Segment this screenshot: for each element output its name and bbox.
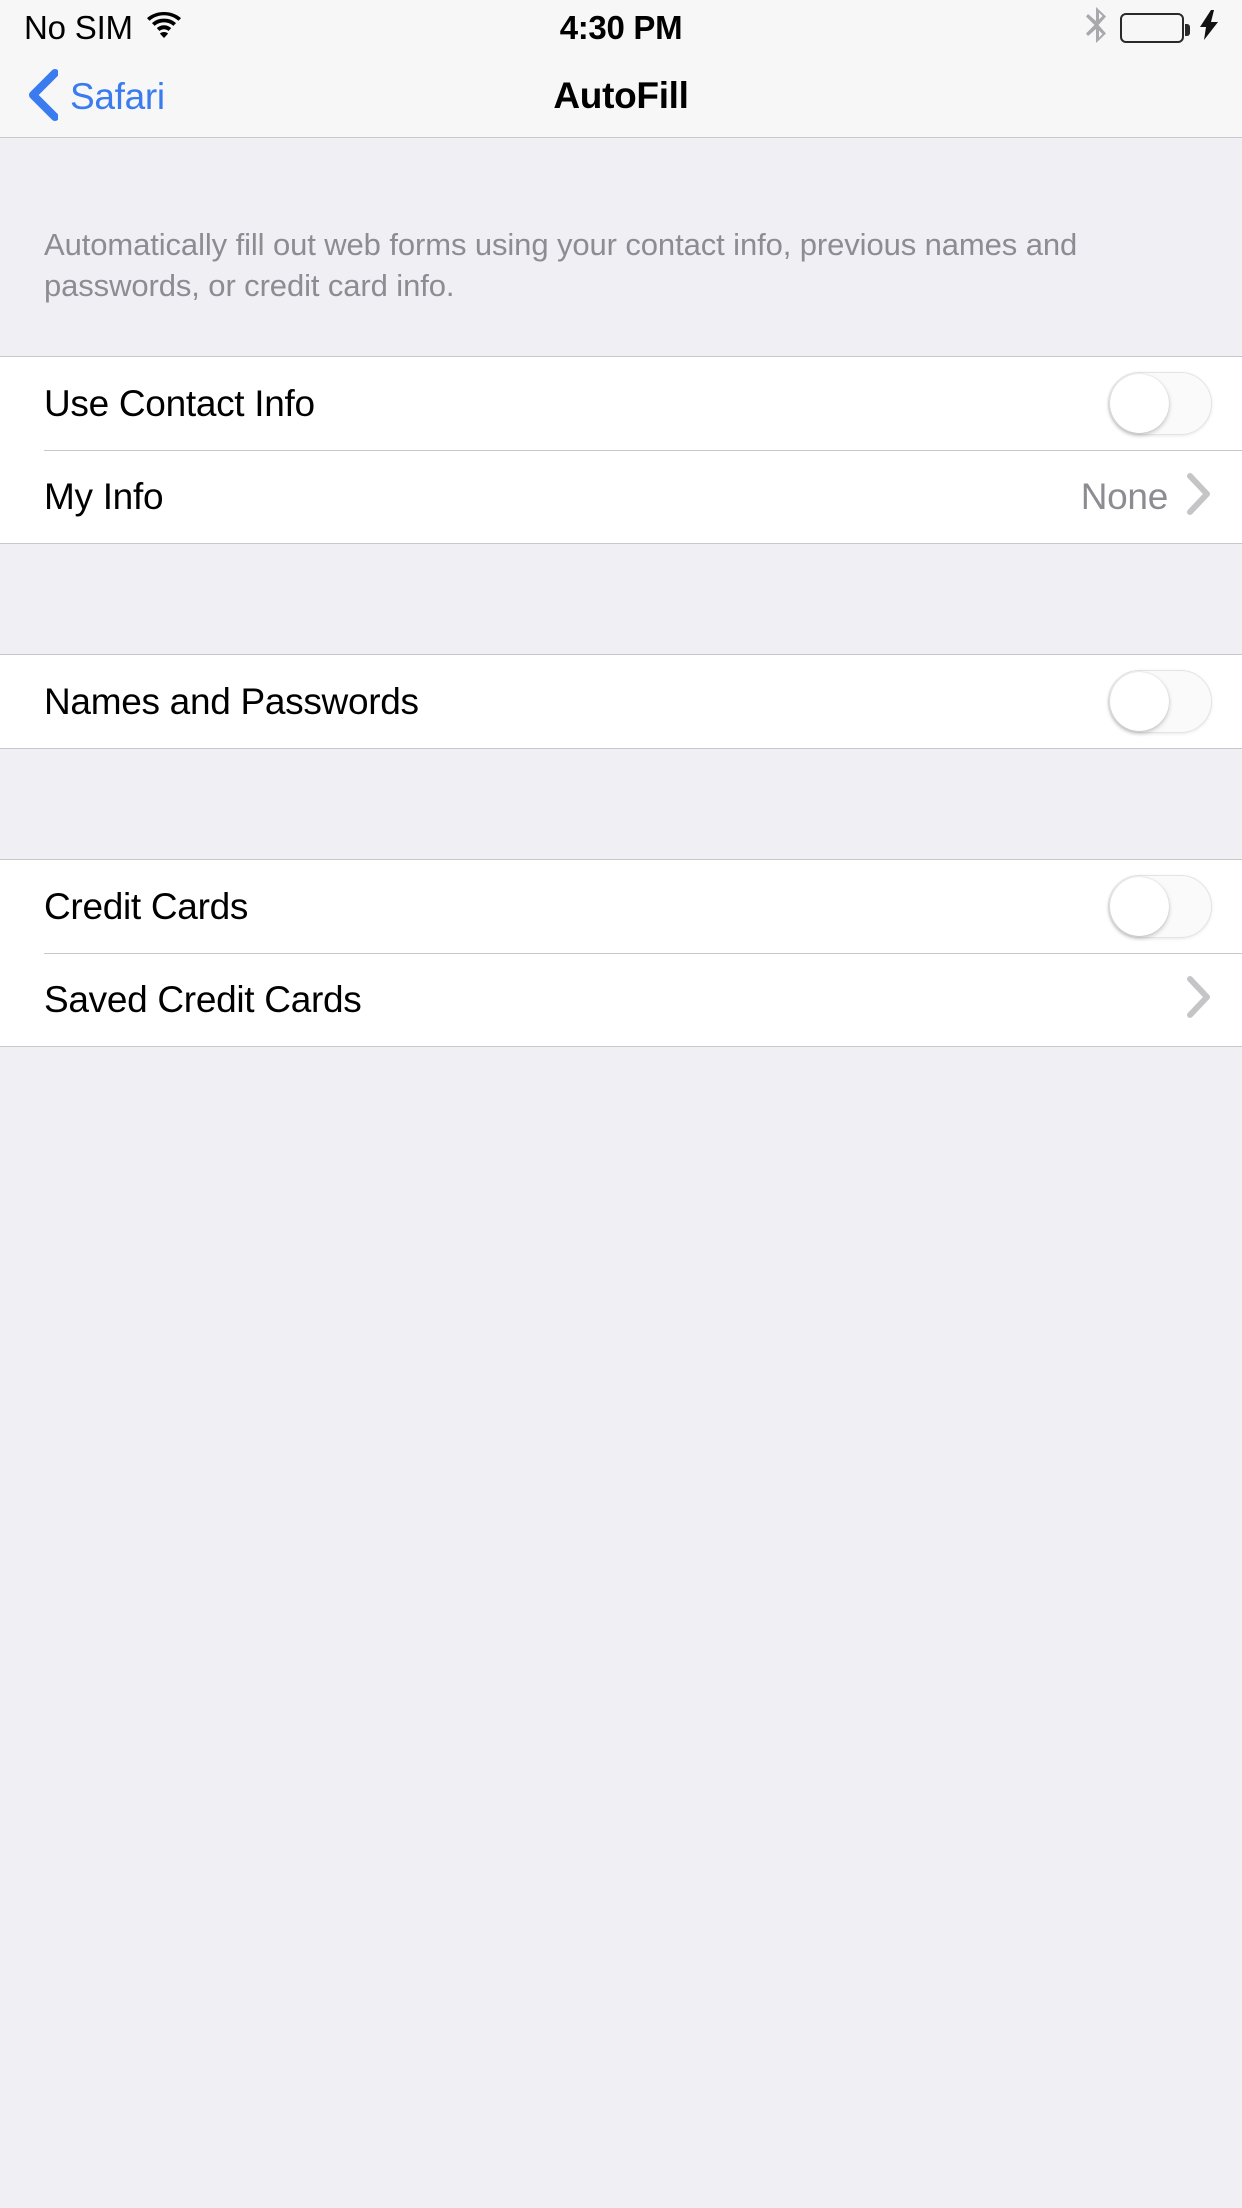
row-value-my-info: None bbox=[1080, 476, 1169, 517]
bluetooth-icon bbox=[1086, 7, 1108, 48]
row-accessory bbox=[1186, 975, 1212, 1024]
row-label-my-info: My Info bbox=[44, 476, 164, 517]
back-button-label: Safari bbox=[70, 75, 165, 117]
row-saved-credit-cards[interactable]: Saved Credit Cards bbox=[0, 953, 1242, 1046]
row-label-use-contact-info: Use Contact Info bbox=[44, 383, 315, 424]
group-gap-2 bbox=[0, 749, 1242, 859]
toggle-knob bbox=[1110, 374, 1169, 433]
row-label-credit-cards: Credit Cards bbox=[44, 886, 249, 927]
wifi-icon bbox=[146, 12, 181, 43]
row-my-info[interactable]: My Info None bbox=[0, 450, 1242, 543]
settings-group-names-passwords: Names and Passwords bbox=[0, 654, 1242, 749]
chevron-right-icon bbox=[1186, 472, 1212, 521]
row-accessory bbox=[1108, 670, 1212, 733]
row-accessory bbox=[1108, 372, 1212, 435]
chevron-right-icon bbox=[1186, 975, 1212, 1024]
top-spacer bbox=[0, 138, 1242, 224]
row-label-saved-credit-cards: Saved Credit Cards bbox=[44, 979, 362, 1020]
battery-icon bbox=[1120, 12, 1190, 43]
status-bar-time: 4:30 PM bbox=[559, 8, 683, 46]
status-bar-left: No SIM bbox=[24, 11, 181, 44]
note-spacer bbox=[0, 306, 1242, 356]
back-button-safari[interactable]: Safari bbox=[0, 68, 165, 124]
toggle-names-and-passwords[interactable] bbox=[1108, 670, 1212, 733]
row-names-and-passwords[interactable]: Names and Passwords bbox=[0, 655, 1242, 748]
group-gap-1 bbox=[0, 544, 1242, 654]
lightning-bolt-icon bbox=[1200, 10, 1218, 45]
autofill-description: Automatically fill out web forms using y… bbox=[44, 227, 1078, 303]
toggle-knob bbox=[1110, 672, 1169, 731]
row-use-contact-info[interactable]: Use Contact Info bbox=[0, 357, 1242, 450]
row-accessory bbox=[1108, 875, 1212, 938]
row-label-names-and-passwords: Names and Passwords bbox=[44, 681, 419, 722]
settings-group-contact-info: Use Contact Info My Info None bbox=[0, 356, 1242, 544]
autofill-settings-screen: No SIM 4:30 PM Safari AutoFill Automatic… bbox=[0, 0, 1242, 2208]
row-accessory: None bbox=[1081, 472, 1212, 521]
empty-area bbox=[0, 1047, 1242, 1907]
status-bar: No SIM 4:30 PM bbox=[0, 0, 1242, 55]
toggle-use-contact-info[interactable] bbox=[1108, 372, 1212, 435]
row-credit-cards[interactable]: Credit Cards bbox=[0, 860, 1242, 953]
navigation-bar: Safari AutoFill bbox=[0, 55, 1242, 138]
carrier-label: No SIM bbox=[24, 9, 133, 46]
toggle-knob bbox=[1110, 877, 1169, 936]
status-bar-right bbox=[1086, 7, 1218, 48]
toggle-credit-cards[interactable] bbox=[1108, 875, 1212, 938]
settings-content: Automatically fill out web forms using y… bbox=[0, 138, 1242, 1907]
settings-group-credit-cards: Credit Cards Saved Credit Cards bbox=[0, 859, 1242, 1047]
chevron-left-icon bbox=[24, 68, 59, 124]
page-title: AutoFill bbox=[553, 75, 689, 116]
